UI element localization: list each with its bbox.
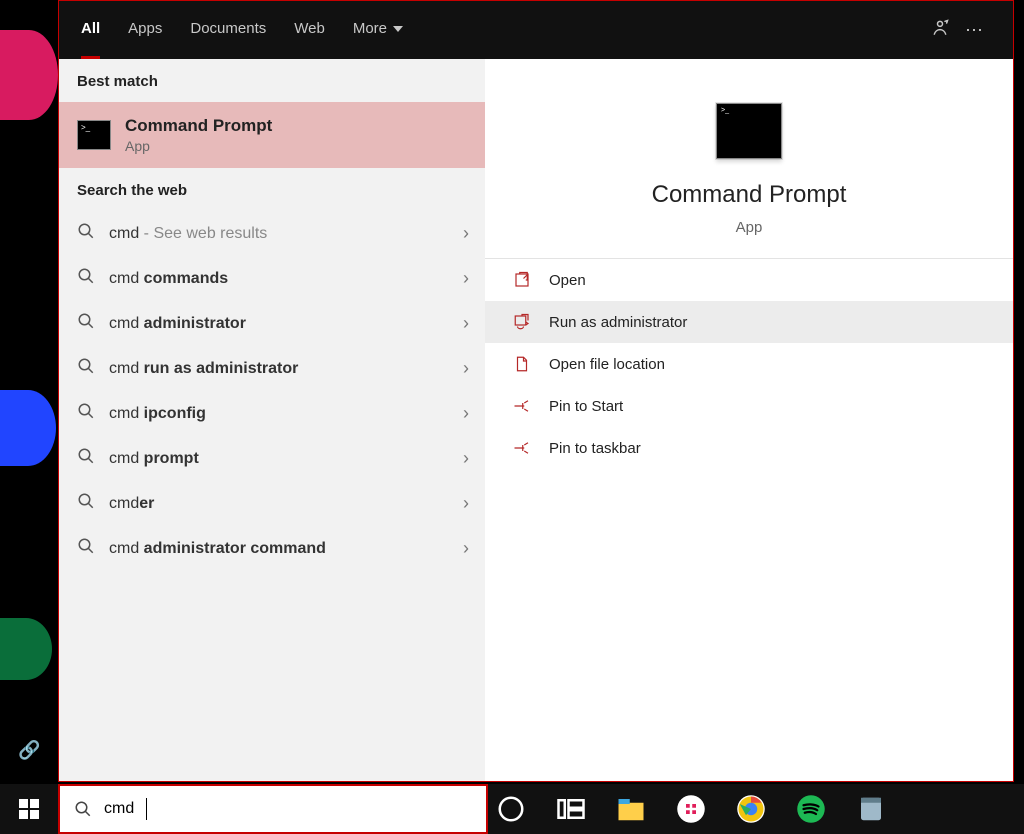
web-result-text: cmd - See web results	[109, 225, 267, 243]
web-result-item[interactable]: cmder ›	[59, 481, 485, 526]
action-label: Open	[549, 272, 586, 289]
tab-web-label: Web	[294, 20, 325, 37]
search-web-heading: Search the web	[59, 168, 485, 211]
search-icon	[74, 800, 92, 818]
taskbar-chrome-icon[interactable]	[736, 794, 766, 824]
desktop-wallpaper-blob-3	[0, 618, 52, 680]
best-match-subtitle: App	[125, 138, 272, 154]
action-label: Open file location	[549, 356, 665, 373]
tab-web[interactable]: Web	[294, 1, 325, 59]
preview-title: Command Prompt	[485, 181, 1013, 209]
web-result-item[interactable]: cmd administrator ›	[59, 301, 485, 346]
web-result-text: cmd prompt	[109, 450, 199, 468]
search-icon	[77, 537, 95, 560]
best-match-title: Command Prompt	[125, 116, 272, 136]
action-pin-to-taskbar[interactable]: Pin to taskbar	[485, 427, 1013, 469]
options-icon[interactable]: ⋯	[957, 20, 991, 41]
web-result-text: cmd commands	[109, 270, 228, 288]
search-box[interactable]: cmd	[58, 784, 488, 834]
start-button[interactable]	[0, 784, 58, 834]
action-open-file-location[interactable]: Open file location	[485, 343, 1013, 385]
search-icon	[77, 447, 95, 470]
tab-more-label: More	[353, 20, 387, 37]
web-result-text: cmd ipconfig	[109, 405, 206, 423]
taskbar-taskview-icon[interactable]	[556, 794, 586, 824]
tab-all-label: All	[81, 20, 100, 37]
web-result-item[interactable]: cmd - See web results ›	[59, 211, 485, 256]
command-prompt-icon: >_	[77, 120, 111, 150]
search-icon	[77, 222, 95, 245]
web-result-text: cmd administrator	[109, 315, 246, 333]
action-label: Pin to taskbar	[549, 440, 641, 457]
preview-subtitle: App	[485, 219, 1013, 236]
web-result-text: cmd administrator command	[109, 540, 326, 558]
search-value: cmd	[104, 800, 134, 818]
tab-documents-label: Documents	[190, 20, 266, 37]
web-result-item[interactable]: cmd administrator command ›	[59, 526, 485, 571]
taskbar-slack-icon[interactable]	[676, 794, 706, 824]
web-result-text: cmd run as administrator	[109, 360, 298, 378]
search-icon	[77, 312, 95, 335]
web-result-item[interactable]: cmd run as administrator ›	[59, 346, 485, 391]
web-result-item[interactable]: cmd prompt ›	[59, 436, 485, 481]
action-label: Run as administrator	[549, 314, 687, 331]
desktop-wallpaper-blob-1	[0, 30, 58, 120]
search-icon	[77, 402, 95, 425]
web-result-item[interactable]: cmd commands ›	[59, 256, 485, 301]
taskbar-notes-icon[interactable]	[856, 794, 886, 824]
search-icon	[77, 357, 95, 380]
chevron-right-icon[interactable]: ›	[463, 448, 469, 469]
tab-apps[interactable]: Apps	[128, 1, 162, 59]
feedback-icon[interactable]	[923, 18, 957, 43]
best-match-heading: Best match	[59, 59, 485, 102]
app-preview: >_ Command Prompt App	[485, 59, 1013, 259]
taskbar-cortana-icon[interactable]	[496, 794, 526, 824]
desktop-wallpaper-blob-2	[0, 390, 56, 466]
taskbar-spotify-icon[interactable]	[796, 794, 826, 824]
link-icon: 🔗	[18, 740, 40, 761]
action-open[interactable]: Open	[485, 259, 1013, 301]
pin-icon	[513, 439, 531, 457]
chevron-down-icon	[393, 26, 403, 32]
tab-more[interactable]: More	[353, 1, 403, 59]
action-label: Pin to Start	[549, 398, 623, 415]
command-prompt-icon-large: >_	[716, 103, 782, 159]
preview-column: >_ Command Prompt App Open Run as adminis…	[485, 59, 1013, 781]
results-column: Best match >_ Command Prompt App Search …	[59, 59, 485, 781]
search-icon	[77, 492, 95, 515]
chevron-right-icon[interactable]: ›	[463, 493, 469, 514]
pin-icon	[513, 397, 531, 415]
action-run-as-administrator[interactable]: Run as administrator	[485, 301, 1013, 343]
web-result-item[interactable]: cmd ipconfig ›	[59, 391, 485, 436]
tab-all[interactable]: All	[81, 1, 100, 59]
web-result-text: cmder	[109, 495, 154, 513]
actions-list: Open Run as administrator Open file locati…	[485, 259, 1013, 469]
chevron-right-icon[interactable]: ›	[463, 313, 469, 334]
tab-documents[interactable]: Documents	[190, 1, 266, 59]
open-icon	[513, 271, 531, 289]
start-search-panel: All Apps Documents Web More ⋯ Best match…	[58, 0, 1014, 782]
tab-apps-label: Apps	[128, 20, 162, 37]
web-results-list: cmd - See web results›cmd commands›cmd a…	[59, 211, 485, 571]
search-icon	[77, 267, 95, 290]
text-caret	[146, 798, 147, 820]
taskbar-explorer-icon[interactable]	[616, 794, 646, 824]
windows-logo-icon	[19, 799, 39, 819]
chevron-right-icon[interactable]: ›	[463, 538, 469, 559]
location-icon	[513, 355, 531, 373]
chevron-right-icon[interactable]: ›	[463, 358, 469, 379]
chevron-right-icon[interactable]: ›	[463, 268, 469, 289]
admin-icon	[513, 313, 531, 331]
chevron-right-icon[interactable]: ›	[463, 223, 469, 244]
best-match-result[interactable]: >_ Command Prompt App	[59, 102, 485, 168]
action-pin-to-start[interactable]: Pin to Start	[485, 385, 1013, 427]
search-filter-tabs: All Apps Documents Web More ⋯	[59, 1, 1013, 59]
chevron-right-icon[interactable]: ›	[463, 403, 469, 424]
